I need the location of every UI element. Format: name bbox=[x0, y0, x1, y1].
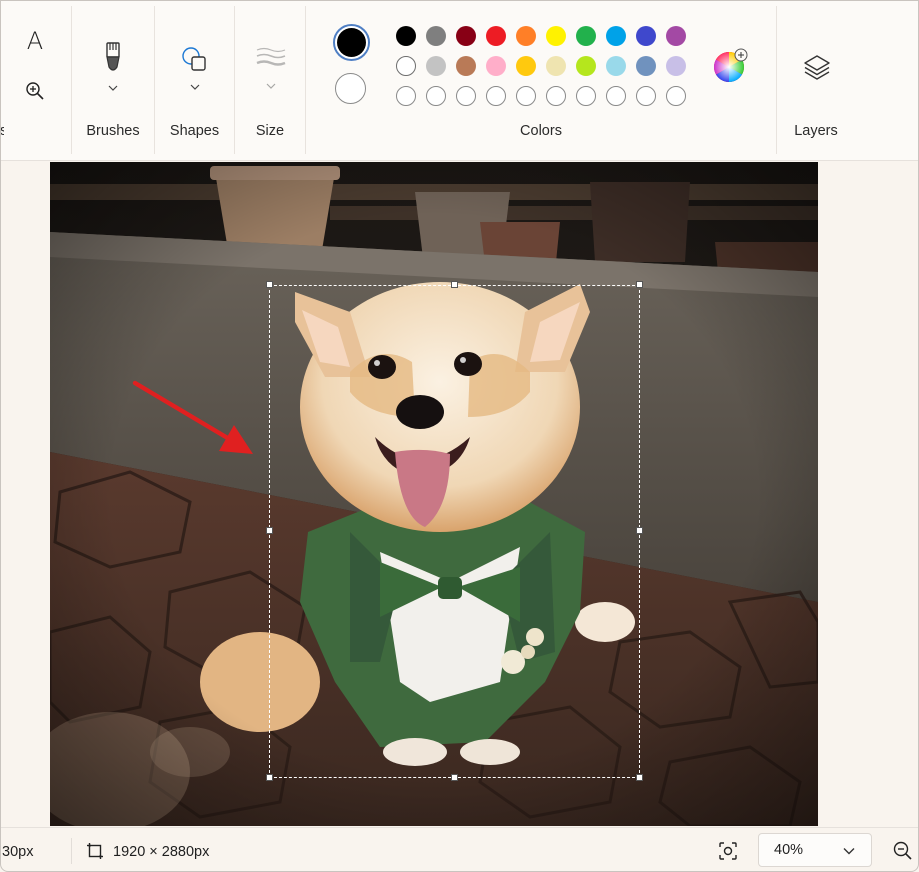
selection-handle-right[interactable] bbox=[636, 527, 643, 534]
selection-handle-top[interactable] bbox=[451, 281, 458, 288]
selection-handle-bottom-right[interactable] bbox=[636, 774, 643, 781]
selection-rectangle[interactable] bbox=[269, 285, 640, 778]
selection-handle-bottom[interactable] bbox=[451, 774, 458, 781]
selection-handle-top-right[interactable] bbox=[636, 281, 643, 288]
selection-handle-bottom-left[interactable] bbox=[266, 774, 273, 781]
selection-handle-left[interactable] bbox=[266, 527, 273, 534]
selection-handle-top-left[interactable] bbox=[266, 281, 273, 288]
